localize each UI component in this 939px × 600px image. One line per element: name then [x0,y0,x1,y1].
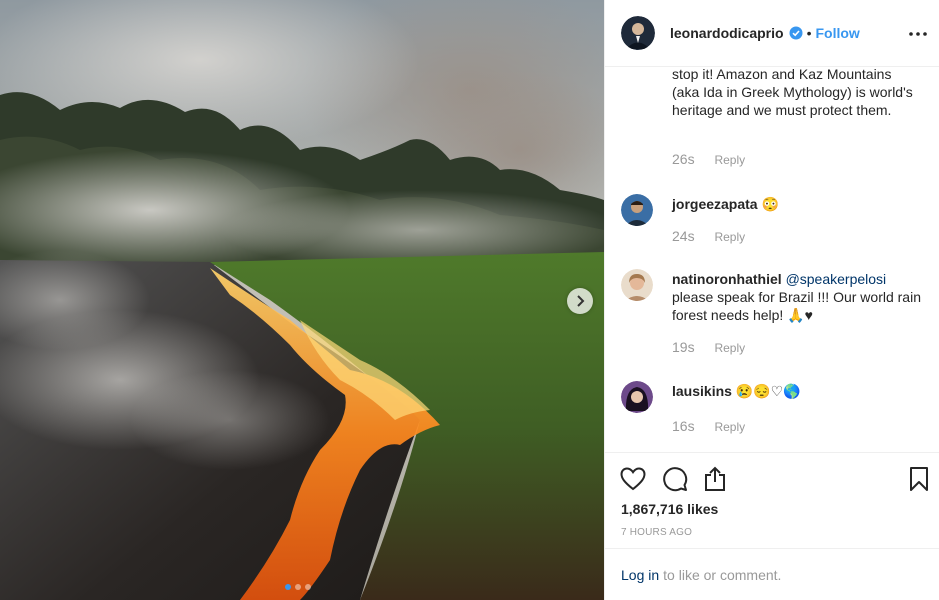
avatar[interactable] [621,194,653,226]
wildfire-photo [0,0,604,600]
comment-body: lausikins 😢😔♡🌎 [672,382,922,400]
reply-button[interactable]: Reply [714,420,745,434]
heart-icon[interactable] [619,465,647,493]
comment-body: natinoronhathiel @speakerpelosi please s… [672,270,922,324]
share-icon[interactable] [701,465,729,493]
comment-age: 24s [672,228,695,244]
comment-body: jorgeezapata 😳 [672,195,922,213]
author-username[interactable]: leonardodicaprio [670,25,784,41]
post-actions: 1,867,716 likes 7 HOURS AGO [605,452,939,548]
comment-text: please speak for Brazil !!! Our world ra… [672,289,921,323]
comment-username[interactable]: lausikins [672,383,732,399]
post-header: leonardodicaprio • Follow [605,0,939,67]
comment-age: 19s [672,339,695,355]
comment-username[interactable]: natinoronhathiel [672,271,782,287]
login-link[interactable]: Log in [621,567,659,583]
slide-dot [295,584,301,590]
slide-indicator [285,584,311,590]
post-photo[interactable] [0,0,604,600]
avatar[interactable] [621,381,653,413]
follow-button[interactable]: Follow [815,25,859,41]
caption-text: stop it! Amazon and Kaz Mountains (aka I… [672,67,913,118]
slide-dot [305,584,311,590]
comment-meta: 16s Reply [672,418,745,434]
comment-text: 😢😔♡🌎 [735,383,801,399]
separator: • [806,25,812,41]
comment-age: 26s [672,151,695,167]
likes-count[interactable]: 1,867,716 likes [621,501,718,517]
comment-icon[interactable] [661,465,689,493]
comment-age: 16s [672,418,695,434]
more-options-icon[interactable] [906,22,930,46]
comment-meta: 19s Reply [672,339,745,355]
caption-meta: 26s Reply [672,151,745,167]
login-prompt-text: to like or comment. [663,566,782,583]
comment-username[interactable]: jorgeezapata [672,196,758,212]
reply-button[interactable]: Reply [714,341,745,355]
mention-link[interactable]: @speakerpelosi [786,271,887,287]
next-slide-button[interactable] [567,288,593,314]
avatar[interactable] [621,16,655,50]
reply-button[interactable]: Reply [714,230,745,244]
post-timestamp[interactable]: 7 HOURS AGO [621,527,692,538]
slide-dot [285,584,291,590]
comment-text: 😳 [761,196,779,212]
login-prompt: Log in to like or comment. [605,548,939,600]
avatar[interactable] [621,269,653,301]
comment-meta: 24s Reply [672,228,745,244]
comments-list[interactable]: stop it! Amazon and Kaz Mountains (aka I… [605,67,939,452]
reply-button[interactable]: Reply [714,153,745,167]
post-side-panel: leonardodicaprio • Follow stop it! Amazo… [604,0,939,600]
verified-badge-icon [789,26,803,40]
bookmark-icon[interactable] [905,465,933,493]
chevron-right-icon [575,295,585,307]
